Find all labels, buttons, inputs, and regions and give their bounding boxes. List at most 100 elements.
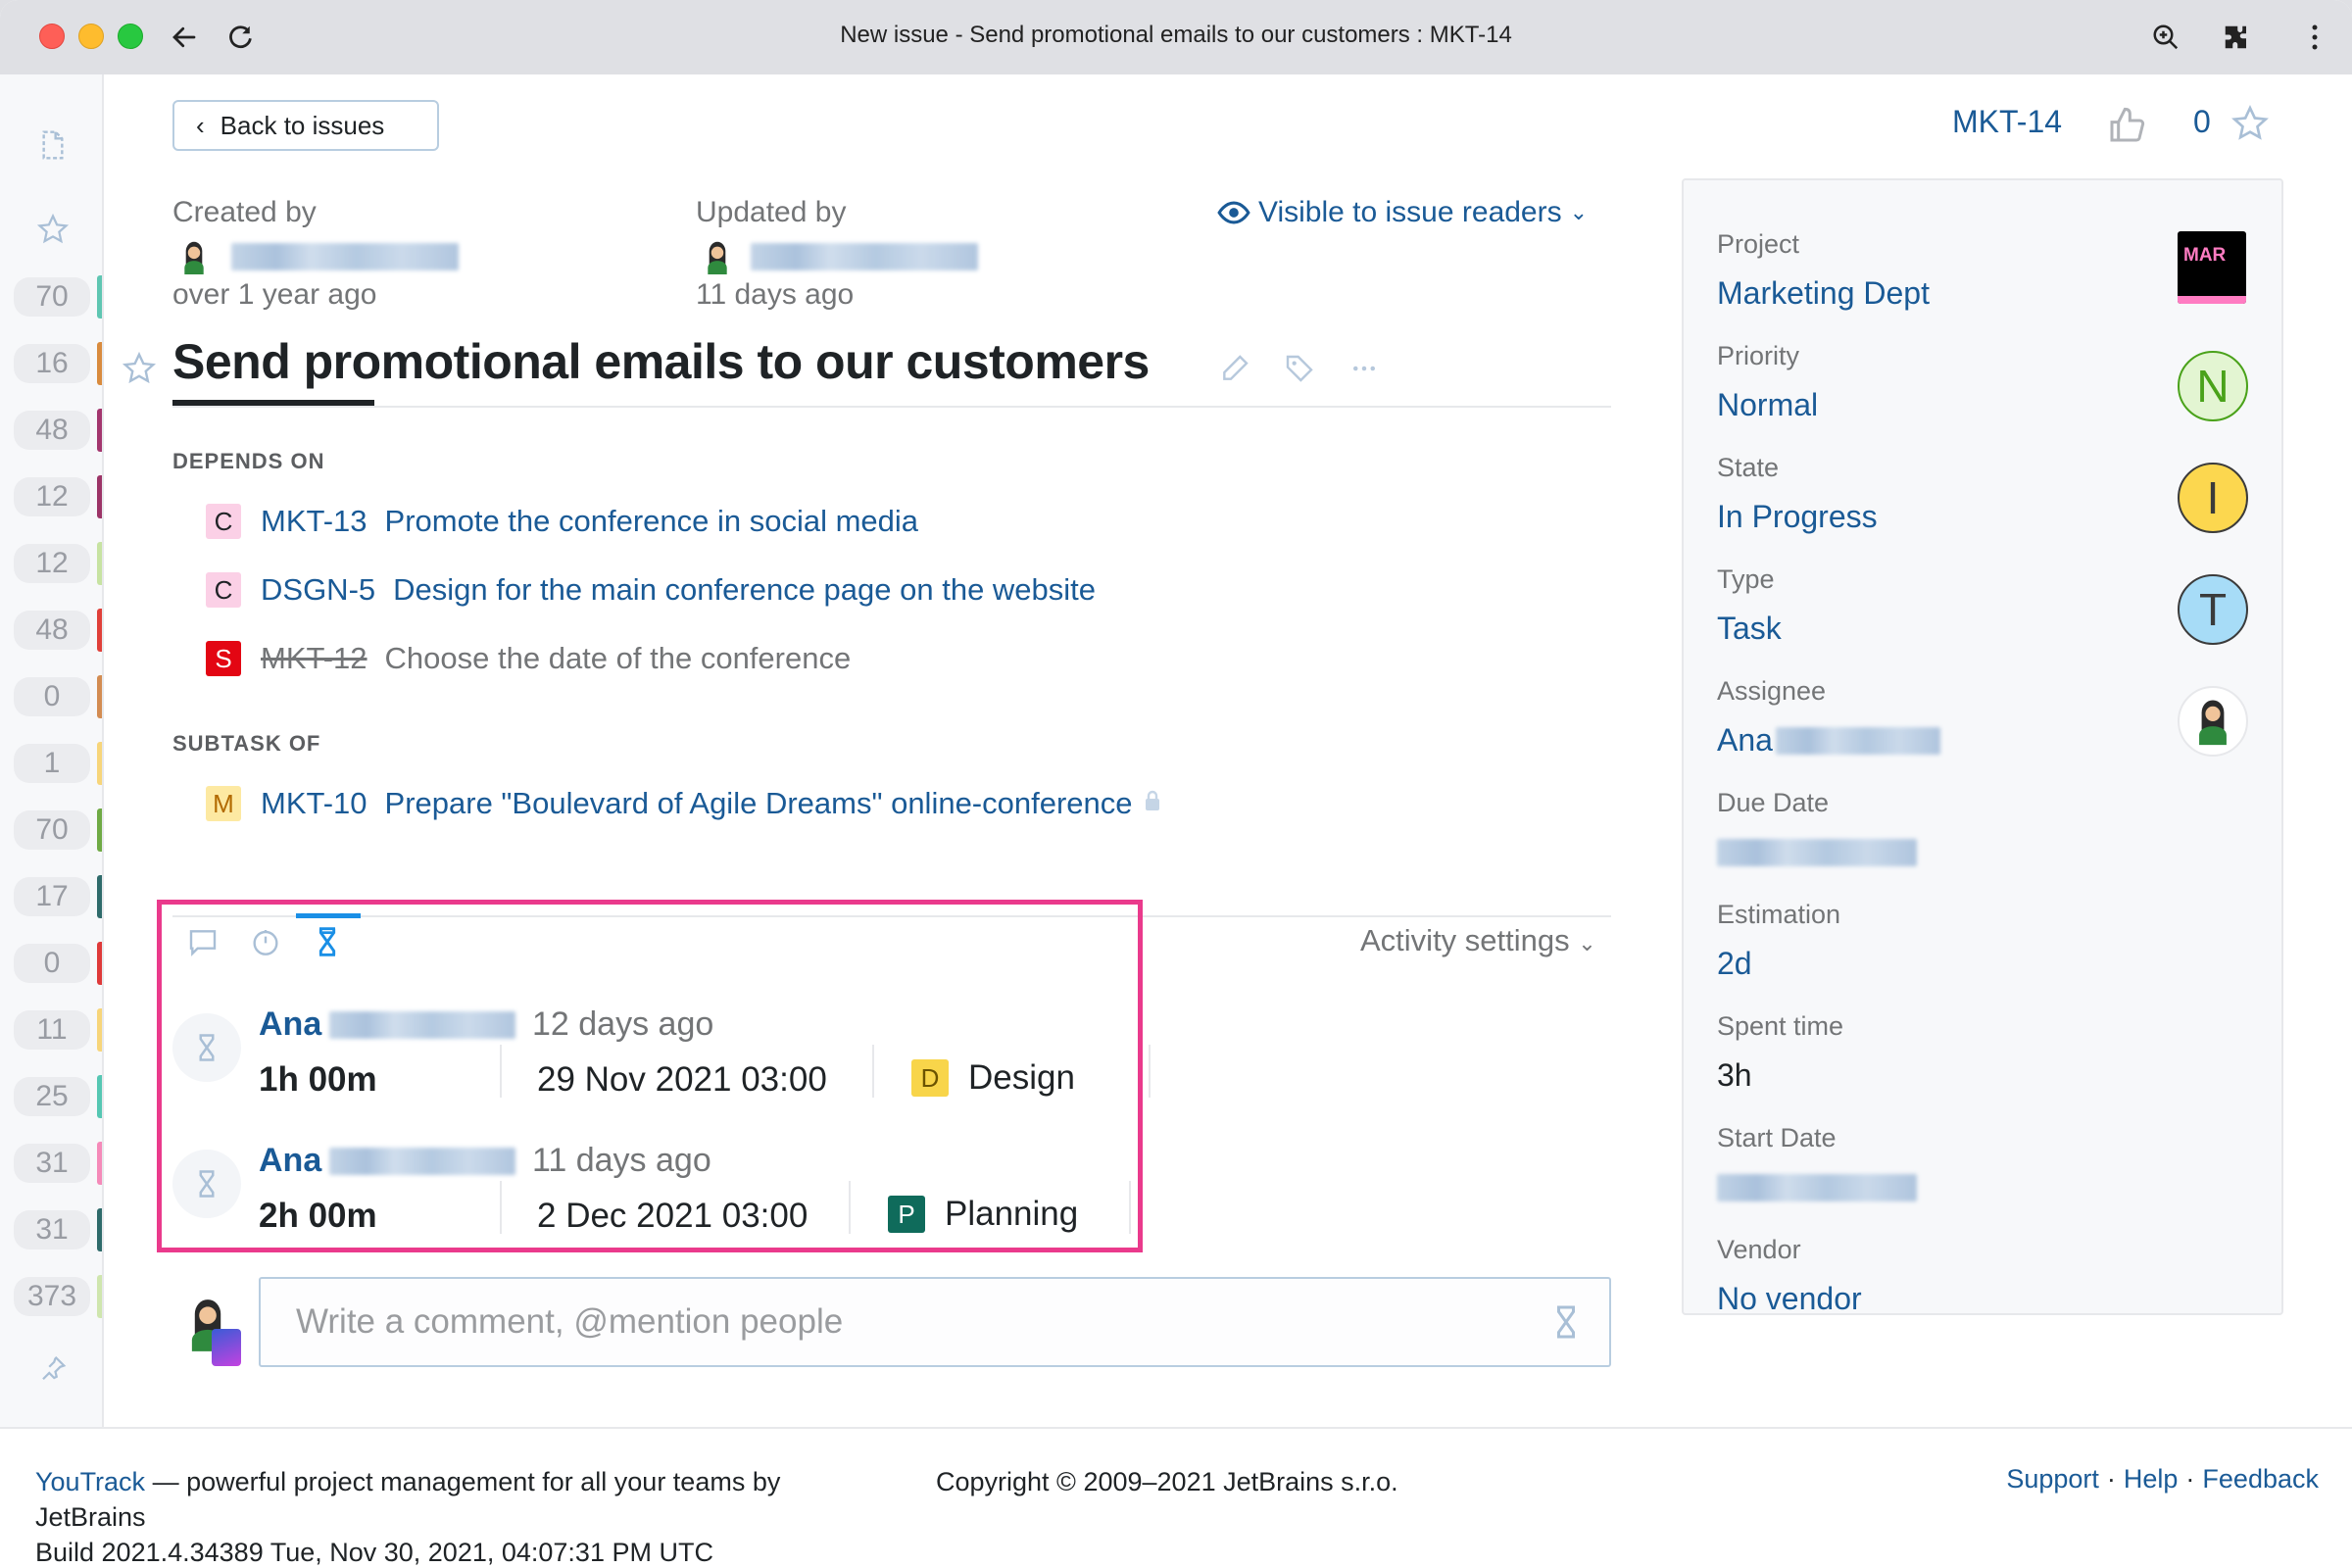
footer-tagline-jetbrains: JetBrains: [35, 1502, 146, 1532]
linked-issue-summary[interactable]: Design for the main conference page on t…: [393, 572, 1096, 608]
field-due-date[interactable]: Due Date: [1717, 788, 2266, 866]
help-link[interactable]: Help: [2124, 1464, 2179, 1494]
zoom-icon: [2153, 24, 2179, 50]
field-value[interactable]: No vendor: [1717, 1281, 2266, 1317]
project-logo: MAR: [2178, 231, 2246, 304]
puzzle-icon: [2225, 25, 2246, 49]
star-icon[interactable]: [2230, 104, 2270, 143]
sidebar-new-issue-button[interactable]: [33, 125, 73, 165]
thumbs-up-icon[interactable]: [2107, 106, 2146, 145]
footer-tagline: — powerful project management for all yo…: [145, 1467, 781, 1496]
lock-icon: [1133, 786, 1164, 821]
sidebar-counter[interactable]: 0: [14, 677, 90, 716]
support-link[interactable]: Support: [2006, 1464, 2099, 1494]
sidebar-color-marker: [97, 808, 102, 852]
subtask-of-heading: SUBTASK OF: [172, 731, 321, 756]
date-value-redacted: [1717, 839, 1917, 866]
edit-issue-button[interactable]: [1215, 349, 1254, 388]
sidebar-counter[interactable]: 1: [14, 744, 90, 783]
sidebar-counter[interactable]: 31: [14, 1210, 90, 1250]
visibility-dropdown[interactable]: Visible to issue readers ⌄: [1217, 196, 1588, 229]
window-title: New issue - Send promotional emails to o…: [840, 22, 1512, 48]
linked-issue-id[interactable]: DSGN-5: [261, 572, 375, 608]
sidebar-counter[interactable]: 31: [14, 1144, 90, 1183]
more-actions-button[interactable]: [1345, 349, 1384, 388]
sidebar-counter[interactable]: 48: [14, 611, 90, 650]
sidebar-counter[interactable]: 70: [14, 810, 90, 850]
footer-links: Support · Help · Feedback: [2006, 1464, 2319, 1494]
sidebar-counter[interactable]: 11: [14, 1010, 90, 1050]
back-to-issues-label: Back to issues: [220, 110, 385, 140]
linked-issue-id[interactable]: MKT-13: [261, 504, 368, 539]
issue-type-tag: M: [206, 786, 241, 821]
linked-issue-summary[interactable]: Promote the conference in social media: [385, 504, 919, 539]
field-vendor[interactable]: Vendor No vendor: [1717, 1235, 2266, 1317]
linked-issue[interactable]: C MKT-13 Promote the conference in social …: [206, 504, 918, 539]
sidebar-counter[interactable]: 12: [14, 477, 90, 516]
sidebar-counter[interactable]: 0: [14, 944, 90, 983]
sidebar-starred-button[interactable]: [33, 210, 73, 249]
footer-divider: [0, 1427, 2352, 1429]
sidebar-color-marker: [97, 342, 102, 385]
field-start-date[interactable]: Start Date: [1717, 1123, 2266, 1201]
extensions-button[interactable]: [2217, 18, 2256, 57]
app-badge-icon: [212, 1329, 241, 1366]
created-ago: over 1 year ago: [172, 278, 377, 311]
star-icon: [36, 213, 70, 244]
linked-issue[interactable]: C DSGN-5 Design for the main conference pa…: [206, 572, 1096, 608]
sidebar-color-marker: [97, 542, 102, 585]
sidebar-counter[interactable]: 373: [14, 1277, 90, 1316]
chevron-down-icon: ⌄: [1569, 200, 1589, 224]
linked-issue-summary[interactable]: Prepare "Boulevard of Agile Dreams" onli…: [385, 786, 1133, 821]
creator-name-redacted[interactable]: [231, 243, 459, 270]
date-value-redacted: [1717, 1174, 1917, 1201]
add-tag-button[interactable]: [1280, 349, 1319, 388]
field-spent-time[interactable]: Spent time 3h: [1717, 1011, 2266, 1094]
kebab-menu-icon: [2312, 24, 2318, 50]
pin-icon: [42, 1355, 67, 1381]
linked-issue[interactable]: S MKT-12 Choose the date of the conference: [206, 641, 851, 676]
sidebar-counter[interactable]: 25: [14, 1077, 90, 1116]
assignee-surname-redacted: [1776, 727, 1940, 755]
sidebar-pin-button[interactable]: [33, 1348, 73, 1388]
feedback-link[interactable]: Feedback: [2202, 1464, 2319, 1494]
project-logo-bar: [2178, 296, 2246, 304]
sidebar-color-marker: [97, 942, 102, 985]
sidebar-counter[interactable]: 70: [14, 277, 90, 317]
assignee-avatar: [2178, 686, 2248, 757]
browser-menu-button[interactable]: [2295, 18, 2334, 57]
issue-type-tag: C: [206, 504, 241, 539]
updater-name-redacted[interactable]: [751, 243, 978, 270]
updated-ago: 11 days ago: [696, 278, 855, 311]
footer-about: YouTrack — powerful project management f…: [35, 1464, 878, 1568]
annotation-highlight-box: [157, 900, 1143, 1252]
zoom-button[interactable]: [2146, 18, 2185, 57]
youtrack-link[interactable]: YouTrack: [35, 1467, 145, 1496]
footer-build: Build 2021.4.34389 Tue, Nov 30, 2021, 04…: [35, 1538, 713, 1567]
sidebar-color-marker: [97, 409, 102, 452]
comment-input[interactable]: Write a comment, @mention people: [259, 1277, 1611, 1367]
sidebar-counter[interactable]: 16: [14, 344, 90, 383]
linked-issue-id[interactable]: MKT-12: [261, 641, 368, 676]
vote-count: 0: [2193, 104, 2211, 139]
sidebar-color-marker: [97, 1275, 102, 1318]
field-estimation[interactable]: Estimation 2d: [1717, 900, 2266, 982]
sidebar-counter[interactable]: 17: [14, 877, 90, 916]
field-value[interactable]: 3h: [1717, 1057, 2266, 1094]
sidebar-color-marker: [97, 1142, 102, 1185]
linked-issue-id[interactable]: MKT-10: [261, 786, 368, 821]
back-to-issues-button[interactable]: ‹ Back to issues: [172, 100, 439, 151]
linked-issue-summary[interactable]: Choose the date of the conference: [385, 641, 852, 676]
sidebar-color-marker: [97, 1008, 102, 1052]
issue-id-link[interactable]: MKT-14: [1952, 104, 2062, 140]
field-value[interactable]: 2d: [1717, 946, 2266, 982]
activity-settings-dropdown[interactable]: Activity settings ⌄: [1360, 923, 1596, 958]
sidebar-counter[interactable]: 12: [14, 544, 90, 583]
chevron-left-icon: ‹: [196, 110, 205, 140]
star-issue-icon[interactable]: [122, 351, 157, 386]
sidebar-counter[interactable]: 48: [14, 411, 90, 450]
eye-icon: [1217, 201, 1250, 224]
linked-issue[interactable]: M MKT-10 Prepare "Boulevard of Agile Dream…: [206, 786, 1164, 821]
add-spent-time-icon[interactable]: [1548, 1304, 1584, 1340]
title-divider: [172, 406, 1611, 408]
